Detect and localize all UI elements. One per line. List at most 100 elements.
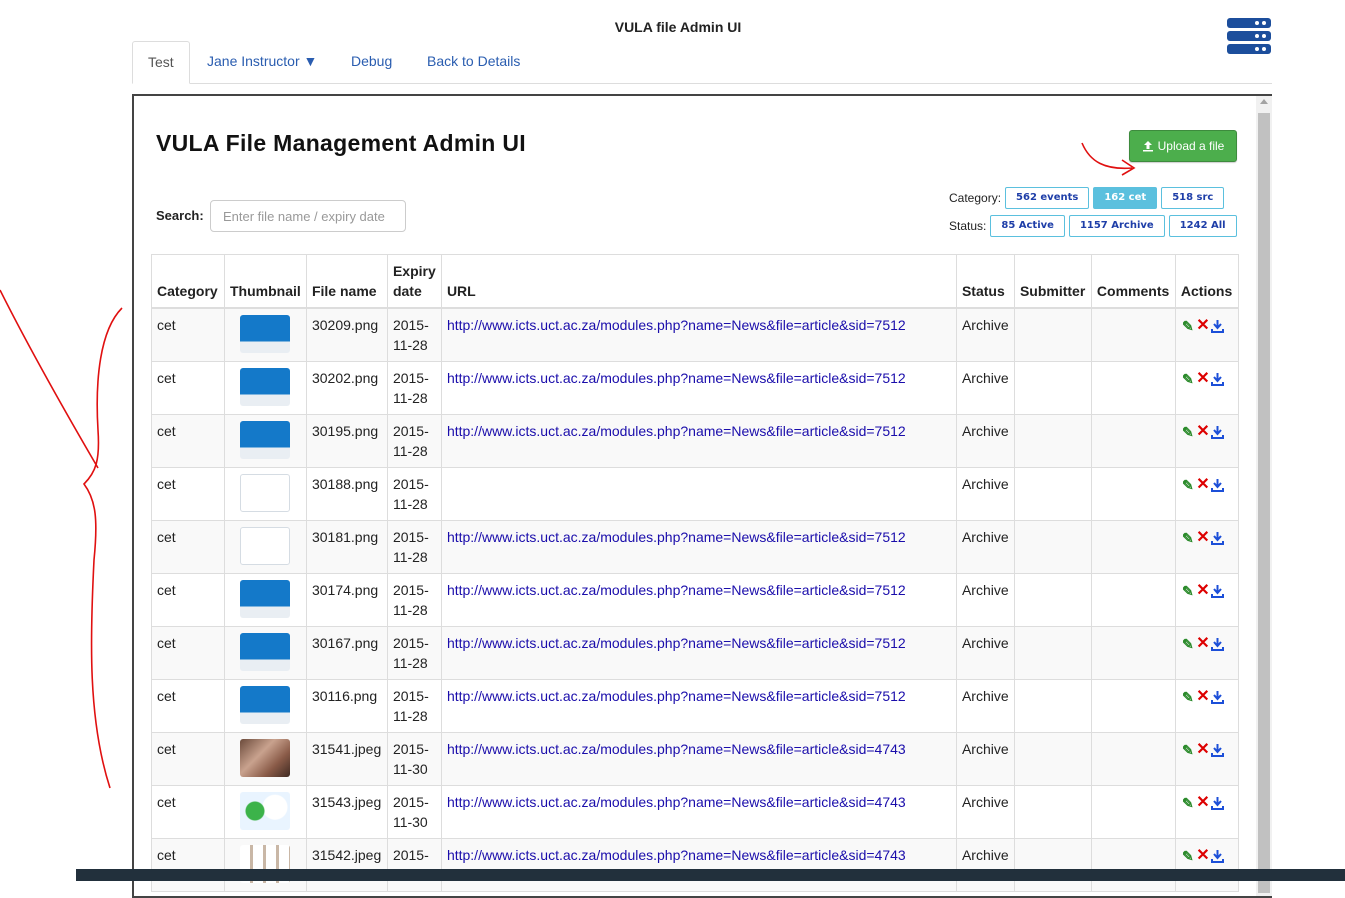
thumbnail-image[interactable] bbox=[240, 421, 291, 459]
file-url-link[interactable]: http://www.icts.uct.ac.za/modules.php?na… bbox=[447, 582, 906, 598]
download-icon[interactable] bbox=[1211, 849, 1225, 864]
edit-icon[interactable]: ✎ bbox=[1181, 319, 1195, 333]
file-url-link[interactable]: http://www.icts.uct.ac.za/modules.php?na… bbox=[447, 847, 906, 863]
category-src-button[interactable]: 518 src bbox=[1161, 187, 1225, 209]
thumbnail-image[interactable] bbox=[240, 315, 291, 353]
cell-url: http://www.icts.uct.ac.za/modules.php?na… bbox=[440, 626, 957, 680]
download-icon[interactable] bbox=[1211, 531, 1225, 546]
delete-icon[interactable]: ✕ bbox=[1196, 583, 1210, 599]
cell-thumbnail bbox=[223, 307, 307, 362]
download-icon[interactable] bbox=[1211, 637, 1225, 652]
file-url-link[interactable]: http://www.icts.uct.ac.za/modules.php?na… bbox=[447, 688, 906, 704]
table-row: cet 30195.png 2015-11-28 http://www.icts.uc… bbox=[151, 414, 1240, 468]
download-icon[interactable] bbox=[1211, 796, 1225, 811]
file-url-link[interactable]: http://www.icts.uct.ac.za/modules.php?na… bbox=[447, 529, 906, 545]
cell-status: Archive bbox=[955, 307, 1015, 362]
file-url-link[interactable]: http://www.icts.uct.ac.za/modules.php?na… bbox=[447, 794, 906, 810]
cell-file-name: 31543.jpeg bbox=[305, 785, 388, 839]
header-thumbnail[interactable]: Thumbnail bbox=[223, 254, 307, 309]
header-expiry-date[interactable]: Expiry date bbox=[386, 254, 442, 309]
thumbnail-image[interactable] bbox=[240, 686, 291, 724]
thumbnail-image[interactable] bbox=[240, 474, 291, 512]
delete-icon[interactable]: ✕ bbox=[1196, 636, 1210, 652]
edit-icon[interactable]: ✎ bbox=[1181, 531, 1195, 545]
cell-expiry-date: 2015-11-30 bbox=[386, 785, 442, 839]
thumbnail-image[interactable] bbox=[240, 739, 291, 777]
cell-category: cet bbox=[151, 838, 225, 892]
header-comments[interactable]: Comments bbox=[1090, 254, 1176, 309]
delete-icon[interactable]: ✕ bbox=[1196, 848, 1210, 864]
cell-url: http://www.icts.uct.ac.za/modules.php?na… bbox=[440, 520, 957, 574]
thumbnail-image[interactable] bbox=[240, 633, 291, 671]
app-title: VULA file Admin UI bbox=[614, 19, 742, 35]
cell-expiry-date: 2015-11-28 bbox=[386, 361, 442, 415]
delete-icon[interactable]: ✕ bbox=[1196, 530, 1210, 546]
file-url-link[interactable]: http://www.icts.uct.ac.za/modules.php?na… bbox=[447, 741, 906, 757]
category-events-button[interactable]: 562 events bbox=[1005, 187, 1090, 209]
delete-icon[interactable]: ✕ bbox=[1196, 318, 1210, 334]
cell-submitter bbox=[1013, 361, 1092, 415]
upload-icon bbox=[1142, 141, 1153, 152]
delete-icon[interactable]: ✕ bbox=[1196, 689, 1210, 705]
cell-submitter bbox=[1013, 520, 1092, 574]
tab-debug[interactable]: Debug bbox=[336, 41, 407, 82]
cell-file-name: 30202.png bbox=[305, 361, 388, 415]
cell-submitter bbox=[1013, 573, 1092, 627]
tab-jane-instructor[interactable]: Jane Instructor ▼ bbox=[192, 41, 332, 82]
download-icon[interactable] bbox=[1211, 478, 1225, 493]
cell-file-name: 31542.jpeg bbox=[305, 838, 388, 892]
header-url[interactable]: URL bbox=[440, 254, 957, 309]
status-all-button[interactable]: 1242 All bbox=[1168, 215, 1237, 237]
delete-icon[interactable]: ✕ bbox=[1196, 742, 1210, 758]
thumbnail-image[interactable] bbox=[240, 368, 291, 406]
status-filter-label: Status: bbox=[949, 219, 987, 233]
status-archive-button[interactable]: 1157 Archive bbox=[1068, 215, 1165, 237]
tab-back-to-details[interactable]: Back to Details bbox=[412, 41, 535, 82]
cell-thumbnail bbox=[223, 520, 307, 574]
file-url-link[interactable]: http://www.icts.uct.ac.za/modules.php?na… bbox=[447, 370, 906, 386]
cell-actions: ✎ ✕ bbox=[1174, 573, 1240, 627]
status-active-button[interactable]: 85 Active bbox=[990, 215, 1065, 237]
tab-test[interactable]: Test bbox=[132, 41, 190, 84]
scroll-up-arrow-icon[interactable] bbox=[1260, 99, 1268, 104]
header-actions: Actions bbox=[1174, 254, 1240, 309]
delete-icon[interactable]: ✕ bbox=[1196, 795, 1210, 811]
file-url-link[interactable]: http://www.icts.uct.ac.za/modules.php?na… bbox=[447, 635, 906, 651]
edit-icon[interactable]: ✎ bbox=[1181, 372, 1195, 386]
header-category[interactable]: Category bbox=[151, 254, 225, 309]
thumbnail-image[interactable] bbox=[240, 527, 291, 565]
category-cet-button[interactable]: 162 cet bbox=[1093, 187, 1158, 209]
edit-icon[interactable]: ✎ bbox=[1181, 796, 1195, 810]
edit-icon[interactable]: ✎ bbox=[1181, 743, 1195, 757]
thumbnail-image[interactable] bbox=[240, 580, 291, 618]
cell-expiry-date: 2015-11-28 bbox=[386, 520, 442, 574]
download-icon[interactable] bbox=[1211, 425, 1225, 440]
edit-icon[interactable]: ✎ bbox=[1181, 637, 1195, 651]
download-icon[interactable] bbox=[1211, 319, 1225, 334]
edit-icon[interactable]: ✎ bbox=[1181, 690, 1195, 704]
file-url-link[interactable]: http://www.icts.uct.ac.za/modules.php?na… bbox=[447, 423, 906, 439]
download-icon[interactable] bbox=[1211, 743, 1225, 758]
download-icon[interactable] bbox=[1211, 690, 1225, 705]
upload-button-label: Upload a file bbox=[1157, 139, 1225, 153]
edit-icon[interactable]: ✎ bbox=[1181, 584, 1195, 598]
file-url-link[interactable]: http://www.icts.uct.ac.za/modules.php?na… bbox=[447, 317, 906, 333]
thumbnail-image[interactable] bbox=[240, 792, 291, 830]
header-status[interactable]: Status bbox=[955, 254, 1015, 309]
edit-icon[interactable]: ✎ bbox=[1181, 425, 1195, 439]
cell-url: http://www.icts.uct.ac.za/modules.php?na… bbox=[440, 307, 957, 362]
header-file-name[interactable]: File name bbox=[305, 254, 388, 309]
scroll-thumb[interactable] bbox=[1258, 113, 1270, 893]
cell-thumbnail bbox=[223, 732, 307, 786]
edit-icon[interactable]: ✎ bbox=[1181, 478, 1195, 492]
delete-icon[interactable]: ✕ bbox=[1196, 371, 1210, 387]
upload-file-button[interactable]: Upload a file bbox=[1129, 130, 1237, 162]
delete-icon[interactable]: ✕ bbox=[1196, 477, 1210, 493]
edit-icon[interactable]: ✎ bbox=[1181, 849, 1195, 863]
download-icon[interactable] bbox=[1211, 372, 1225, 387]
delete-icon[interactable]: ✕ bbox=[1196, 424, 1210, 440]
download-icon[interactable] bbox=[1211, 584, 1225, 599]
search-input[interactable] bbox=[210, 200, 406, 232]
header-submitter[interactable]: Submitter bbox=[1013, 254, 1092, 309]
scrollbar[interactable] bbox=[1256, 96, 1272, 896]
